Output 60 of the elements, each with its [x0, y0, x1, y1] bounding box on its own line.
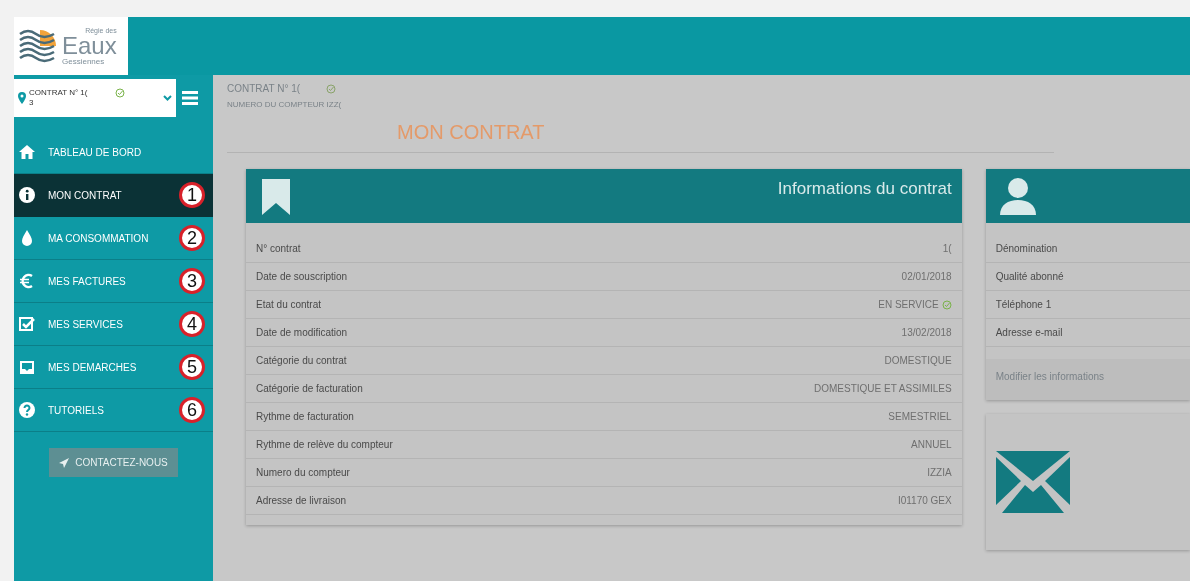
send-icon [59, 457, 70, 468]
field-label: N° contrat [256, 243, 301, 254]
field-value: 1( [942, 243, 952, 254]
sidebar-item[interactable]: MES FACTURES 3 [14, 260, 213, 303]
field-value: EN SERVICE [878, 299, 939, 310]
sidebar-item[interactable]: MES SERVICES 4 [14, 303, 213, 346]
bookmark-icon [262, 179, 290, 215]
envelope-icon [995, 451, 1070, 513]
info-icon [18, 186, 36, 204]
sidebar-item[interactable]: MES DEMARCHES 5 [14, 346, 213, 389]
field-value: 02/01/2018 [901, 271, 952, 282]
step-number: 6 [179, 397, 205, 423]
field-value: DOMESTIQUE ET ASSIMILES [814, 383, 952, 394]
field-label: Qualité abonné [995, 271, 1064, 282]
check-circle-icon [326, 83, 337, 94]
field-label: Catégorie de facturation [256, 383, 363, 394]
step-number: 1 [179, 182, 205, 208]
field-value: DOMESTIQUE [884, 355, 952, 366]
user-icon [997, 177, 1038, 215]
help-icon [18, 401, 36, 419]
step-number: 4 [179, 311, 205, 337]
field-label: Rythme de relève du compteur [256, 439, 393, 450]
field-label: Téléphone 1 [995, 299, 1052, 310]
field-value: SEMESTRIEL [888, 411, 952, 422]
inbox-icon [18, 358, 36, 376]
checkbox-icon [18, 315, 36, 333]
field-label: Adresse de livraison [256, 495, 347, 506]
chevron-down-icon [163, 95, 172, 101]
field-value: ANNUEL [911, 439, 952, 450]
home-icon [18, 143, 36, 161]
check-circle-icon [941, 299, 952, 310]
field-label: Catégorie du contrat [256, 355, 347, 366]
field-value: 13/02/2018 [901, 327, 952, 338]
field-label: Dénomination [995, 243, 1058, 254]
step-number: 3 [179, 268, 205, 294]
contract-number: CONTRAT N° 1( [29, 88, 88, 98]
contract-selector[interactable]: CONTRAT N° 1( 3 [14, 79, 176, 117]
card-title: Informations du contrat [777, 179, 952, 200]
page-title: MON CONTRAT [397, 121, 545, 143]
contract-address: 3 [29, 98, 35, 108]
field-value: I01170 GEX [897, 495, 952, 506]
field-label: Numero du compteur [256, 467, 350, 478]
sidebar-item[interactable]: TUTORIELS 6 [14, 389, 213, 432]
field-label: Adresse e-mail [995, 327, 1063, 338]
field-label: Etat du contrat [256, 299, 322, 310]
logo-text: Eaux [62, 33, 117, 58]
field-label: Date de modification [256, 327, 348, 338]
step-number: 5 [179, 354, 205, 380]
step-number: 2 [179, 225, 205, 251]
field-label: Rythme de facturation [256, 411, 354, 422]
location-pin-icon [18, 92, 26, 104]
check-circle-icon [115, 88, 126, 99]
sidebar-item[interactable]: MA CONSOMMATION 2 [14, 217, 213, 260]
meter-number: NUMERO DU COMPTEUR IZZ( [227, 100, 342, 109]
menu-icon[interactable] [182, 91, 198, 105]
field-value: IZZIA [927, 467, 952, 478]
sidebar-item[interactable]: MON CONTRAT 1 [14, 174, 213, 217]
logo-text: Gessiennes [62, 57, 106, 66]
contract-number: CONTRAT N° 1( [227, 83, 301, 94]
field-label: Date de souscription [256, 271, 348, 282]
